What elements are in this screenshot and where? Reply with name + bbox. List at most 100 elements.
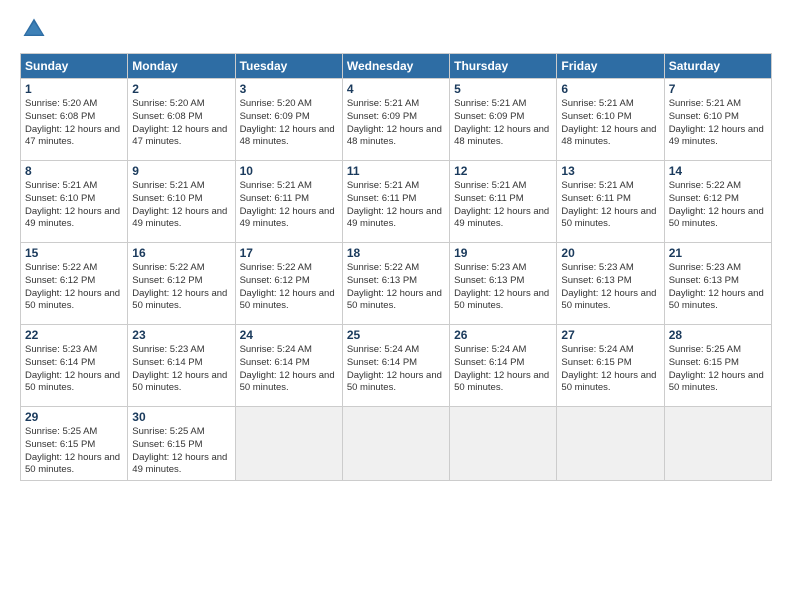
day-info: Sunrise: 5:21 AMSunset: 6:11 PMDaylight:… <box>454 180 552 231</box>
day-info: Sunrise: 5:21 AMSunset: 6:11 PMDaylight:… <box>561 180 659 231</box>
calendar-cell: 3 Sunrise: 5:20 AMSunset: 6:09 PMDaylight… <box>235 79 342 161</box>
day-info: Sunrise: 5:21 AMSunset: 6:09 PMDaylight:… <box>454 98 552 149</box>
day-info: Sunrise: 5:21 AMSunset: 6:11 PMDaylight:… <box>240 180 338 231</box>
day-number: 29 <box>25 410 123 424</box>
calendar-cell: 29 Sunrise: 5:25 AMSunset: 6:15 PMDayligh… <box>21 407 128 481</box>
calendar-cell: 6 Sunrise: 5:21 AMSunset: 6:10 PMDaylight… <box>557 79 664 161</box>
calendar-cell: 21 Sunrise: 5:23 AMSunset: 6:13 PMDayligh… <box>664 243 771 325</box>
day-info: Sunrise: 5:22 AMSunset: 6:12 PMDaylight:… <box>25 262 123 313</box>
calendar-cell: 22 Sunrise: 5:23 AMSunset: 6:14 PMDayligh… <box>21 325 128 407</box>
calendar-cell: 25Sunrise: 5:24 AMSunset: 6:14 PMDayligh… <box>342 325 449 407</box>
calendar-cell: 23 Sunrise: 5:23 AMSunset: 6:14 PMDayligh… <box>128 325 235 407</box>
calendar-cell: 13 Sunrise: 5:21 AMSunset: 6:11 PMDayligh… <box>557 161 664 243</box>
day-number: 16 <box>132 246 230 260</box>
day-number: 26 <box>454 328 552 342</box>
day-info: Sunrise: 5:23 AMSunset: 6:14 PMDaylight:… <box>132 344 230 395</box>
day-number: 10 <box>240 164 338 178</box>
calendar-week-1: 1 Sunrise: 5:20 AMSunset: 6:08 PMDaylight… <box>21 79 772 161</box>
day-info: Sunrise: 5:22 AMSunset: 6:12 PMDaylight:… <box>132 262 230 313</box>
calendar-cell: 27Sunrise: 5:24 AMSunset: 6:15 PMDayligh… <box>557 325 664 407</box>
day-info: Sunrise: 5:22 AMSunset: 6:13 PMDaylight:… <box>347 262 445 313</box>
day-number: 19 <box>454 246 552 260</box>
day-info: Sunrise: 5:20 AMSunset: 6:08 PMDaylight:… <box>25 98 123 149</box>
day-number: 11 <box>347 164 445 178</box>
day-number: 18 <box>347 246 445 260</box>
calendar-header-tuesday: Tuesday <box>235 54 342 79</box>
day-number: 23 <box>132 328 230 342</box>
day-number: 21 <box>669 246 767 260</box>
day-number: 28 <box>669 328 767 342</box>
day-number: 8 <box>25 164 123 178</box>
calendar-cell: 18 Sunrise: 5:22 AMSunset: 6:13 PMDayligh… <box>342 243 449 325</box>
day-info: Sunrise: 5:21 AMSunset: 6:10 PMDaylight:… <box>561 98 659 149</box>
day-info: Sunrise: 5:21 AMSunset: 6:09 PMDaylight:… <box>347 98 445 149</box>
day-info: Sunrise: 5:21 AMSunset: 6:11 PMDaylight:… <box>347 180 445 231</box>
day-info: Sunrise: 5:23 AMSunset: 6:14 PMDaylight:… <box>25 344 123 395</box>
day-number: 24 <box>240 328 338 342</box>
day-info: Sunrise: 5:23 AMSunset: 6:13 PMDaylight:… <box>669 262 767 313</box>
logo <box>20 15 52 43</box>
day-info: Sunrise: 5:21 AMSunset: 6:10 PMDaylight:… <box>25 180 123 231</box>
calendar-cell: 5 Sunrise: 5:21 AMSunset: 6:09 PMDaylight… <box>450 79 557 161</box>
day-info: Sunrise: 5:22 AMSunset: 6:12 PMDaylight:… <box>240 262 338 313</box>
calendar-cell: 12Sunrise: 5:21 AMSunset: 6:11 PMDayligh… <box>450 161 557 243</box>
day-number: 14 <box>669 164 767 178</box>
day-info: Sunrise: 5:25 AMSunset: 6:15 PMDaylight:… <box>25 426 123 477</box>
calendar-cell <box>450 407 557 481</box>
day-info: Sunrise: 5:21 AMSunset: 6:10 PMDaylight:… <box>132 180 230 231</box>
day-info: Sunrise: 5:20 AMSunset: 6:09 PMDaylight:… <box>240 98 338 149</box>
calendar-cell: 10 Sunrise: 5:21 AMSunset: 6:11 PMDayligh… <box>235 161 342 243</box>
calendar-week-2: 8 Sunrise: 5:21 AMSunset: 6:10 PMDaylight… <box>21 161 772 243</box>
calendar-header-monday: Monday <box>128 54 235 79</box>
calendar-cell: 17Sunrise: 5:22 AMSunset: 6:12 PMDayligh… <box>235 243 342 325</box>
calendar-week-5: 29 Sunrise: 5:25 AMSunset: 6:15 PMDayligh… <box>21 407 772 481</box>
day-info: Sunrise: 5:20 AMSunset: 6:08 PMDaylight:… <box>132 98 230 149</box>
day-number: 1 <box>25 82 123 96</box>
day-info: Sunrise: 5:23 AMSunset: 6:13 PMDaylight:… <box>454 262 552 313</box>
calendar-cell <box>557 407 664 481</box>
day-number: 6 <box>561 82 659 96</box>
calendar-header-friday: Friday <box>557 54 664 79</box>
calendar-cell: 20 Sunrise: 5:23 AMSunset: 6:13 PMDayligh… <box>557 243 664 325</box>
calendar-cell: 28 Sunrise: 5:25 AMSunset: 6:15 PMDayligh… <box>664 325 771 407</box>
calendar-header-thursday: Thursday <box>450 54 557 79</box>
day-info: Sunrise: 5:23 AMSunset: 6:13 PMDaylight:… <box>561 262 659 313</box>
calendar-header-wednesday: Wednesday <box>342 54 449 79</box>
day-number: 15 <box>25 246 123 260</box>
day-info: Sunrise: 5:22 AMSunset: 6:12 PMDaylight:… <box>669 180 767 231</box>
calendar-cell: 9Sunrise: 5:21 AMSunset: 6:10 PMDaylight… <box>128 161 235 243</box>
day-number: 20 <box>561 246 659 260</box>
day-number: 22 <box>25 328 123 342</box>
logo-icon <box>20 15 48 43</box>
calendar-cell: 2 Sunrise: 5:20 AMSunset: 6:08 PMDaylight… <box>128 79 235 161</box>
calendar-cell: 8 Sunrise: 5:21 AMSunset: 6:10 PMDaylight… <box>21 161 128 243</box>
day-number: 5 <box>454 82 552 96</box>
calendar-week-3: 15 Sunrise: 5:22 AMSunset: 6:12 PMDayligh… <box>21 243 772 325</box>
calendar-cell: 14 Sunrise: 5:22 AMSunset: 6:12 PMDayligh… <box>664 161 771 243</box>
calendar-cell: 24Sunrise: 5:24 AMSunset: 6:14 PMDayligh… <box>235 325 342 407</box>
day-info: Sunrise: 5:21 AMSunset: 6:10 PMDaylight:… <box>669 98 767 149</box>
calendar-cell <box>342 407 449 481</box>
calendar-cell: 11 Sunrise: 5:21 AMSunset: 6:11 PMDayligh… <box>342 161 449 243</box>
day-number: 4 <box>347 82 445 96</box>
day-number: 2 <box>132 82 230 96</box>
day-info: Sunrise: 5:24 AMSunset: 6:15 PMDaylight:… <box>561 344 659 395</box>
calendar-header-sunday: Sunday <box>21 54 128 79</box>
day-number: 3 <box>240 82 338 96</box>
calendar-cell: 26Sunrise: 5:24 AMSunset: 6:14 PMDayligh… <box>450 325 557 407</box>
day-info: Sunrise: 5:24 AMSunset: 6:14 PMDaylight:… <box>347 344 445 395</box>
calendar-header-row: SundayMondayTuesdayWednesdayThursdayFrid… <box>21 54 772 79</box>
calendar-cell <box>664 407 771 481</box>
day-number: 30 <box>132 410 230 424</box>
calendar-week-4: 22 Sunrise: 5:23 AMSunset: 6:14 PMDayligh… <box>21 325 772 407</box>
day-number: 13 <box>561 164 659 178</box>
page: SundayMondayTuesdayWednesdayThursdayFrid… <box>0 0 792 612</box>
day-info: Sunrise: 5:25 AMSunset: 6:15 PMDaylight:… <box>669 344 767 395</box>
calendar-cell: 16 Sunrise: 5:22 AMSunset: 6:12 PMDayligh… <box>128 243 235 325</box>
calendar-header-saturday: Saturday <box>664 54 771 79</box>
calendar-cell: 19 Sunrise: 5:23 AMSunset: 6:13 PMDayligh… <box>450 243 557 325</box>
calendar: SundayMondayTuesdayWednesdayThursdayFrid… <box>20 53 772 481</box>
calendar-cell: 4 Sunrise: 5:21 AMSunset: 6:09 PMDaylight… <box>342 79 449 161</box>
calendar-cell: 7Sunrise: 5:21 AMSunset: 6:10 PMDaylight… <box>664 79 771 161</box>
header <box>20 15 772 43</box>
